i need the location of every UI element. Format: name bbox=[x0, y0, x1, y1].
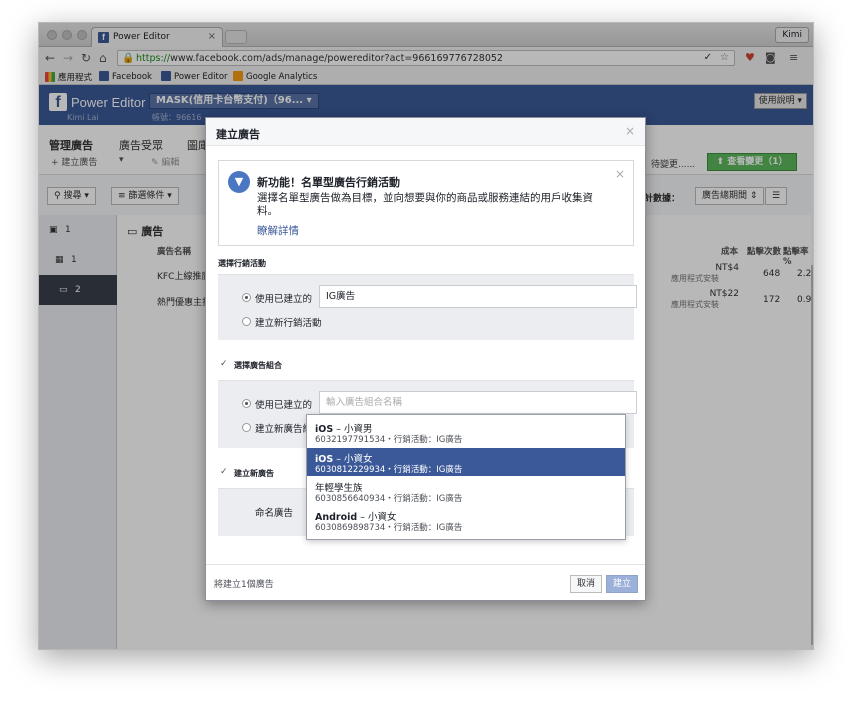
footer-info: 將建立1個廣告 bbox=[214, 580, 274, 590]
new-feature-notice: ▼ 新功能！名單型廣告行銷活動 選擇名單型廣告做為目標，並向想要與你的商品或服務… bbox=[218, 160, 634, 246]
adset-input[interactable]: 輸入廣告組合名稱 bbox=[319, 391, 637, 414]
notice-heading: 新功能！名單型廣告行銷活動 bbox=[257, 176, 400, 189]
ad-section-label: 建立新廣告 bbox=[234, 469, 274, 478]
adset-create-new-radio[interactable] bbox=[242, 423, 251, 432]
adset-use-existing-radio[interactable] bbox=[242, 399, 251, 408]
campaign-use-existing-label: 使用已建立的 bbox=[255, 294, 313, 305]
campaign-input[interactable]: IG廣告 bbox=[319, 285, 637, 308]
campaign-create-new-label: 建立新行銷活動 bbox=[255, 318, 322, 329]
adset-use-existing-label: 使用已建立的 bbox=[255, 400, 313, 411]
dropdown-option[interactable]: iOS – 小資男 6032197791534・行銷活動：IG廣告 bbox=[307, 418, 625, 446]
dialog-footer: 將建立1個廣告 取消 建立 bbox=[206, 564, 645, 600]
learn-more-link[interactable]: 瞭解詳情 bbox=[257, 223, 299, 238]
close-icon[interactable]: × bbox=[625, 124, 635, 138]
adset-section-label: 選擇廣告組合 bbox=[234, 361, 282, 370]
campaign-section-label: 選擇行銷活動 bbox=[218, 259, 266, 268]
dialog-header: 建立廣告 × bbox=[206, 118, 645, 146]
campaign-use-existing-radio[interactable] bbox=[242, 293, 251, 302]
dismiss-notice-icon[interactable]: × bbox=[615, 167, 625, 181]
create-button[interactable]: 建立 bbox=[606, 575, 638, 593]
adset-dropdown: iOS – 小資男 6032197791534・行銷活動：IG廣告 iOS – … bbox=[306, 414, 626, 540]
dropdown-option[interactable]: Android – 小資女 6030869898734・行銷活動：IG廣告 bbox=[307, 506, 625, 534]
dropdown-option-selected[interactable]: iOS – 小資女 6030812229934・行銷活動：IG廣告 bbox=[307, 448, 625, 476]
dropdown-option[interactable]: 年輕學生族 6030856640934・行銷活動：IG廣告 bbox=[307, 477, 625, 505]
funnel-icon: ▼ bbox=[228, 171, 250, 193]
ad-checkbox[interactable]: ✓ bbox=[220, 468, 229, 477]
cancel-button[interactable]: 取消 bbox=[570, 575, 602, 593]
ad-name-label: 命名廣告 bbox=[255, 508, 294, 519]
campaign-section: 使用已建立的 IG廣告 建立新行銷活動 bbox=[218, 274, 637, 340]
adset-checkbox[interactable]: ✓ bbox=[220, 360, 229, 369]
dialog-title: 建立廣告 bbox=[216, 128, 260, 141]
notice-body: 選擇名單型廣告做為目標，並向想要與你的商品或服務連結的用戶收集資料。 bbox=[257, 192, 593, 217]
campaign-create-new-radio[interactable] bbox=[242, 317, 251, 326]
